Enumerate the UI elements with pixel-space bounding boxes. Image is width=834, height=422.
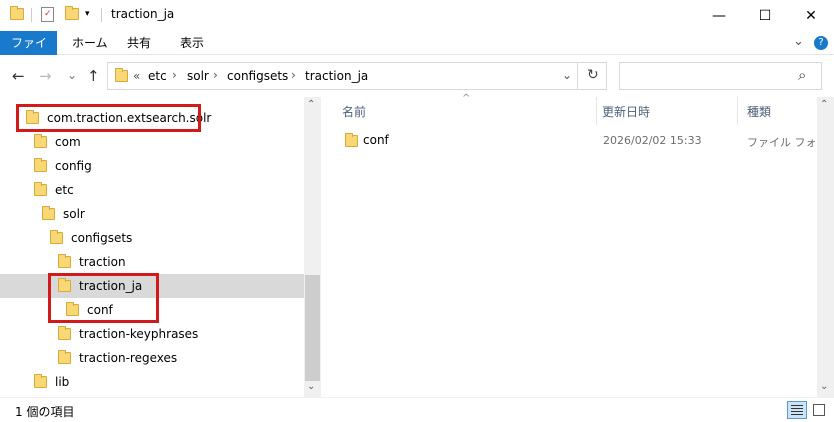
minimize-button[interactable]: — — [696, 0, 742, 31]
breadcrumb-separator[interactable]: › — [172, 68, 177, 82]
column-header-name[interactable]: 名前 — [342, 103, 366, 120]
sort-ascending-icon: ^ — [462, 93, 471, 104]
breadcrumb-traction-ja[interactable]: traction_ja — [305, 69, 368, 83]
forward-button[interactable]: → — [39, 67, 52, 85]
folder-icon — [345, 133, 358, 147]
address-bar[interactable]: « etc › solr › configsets › traction_ja … — [107, 62, 607, 90]
column-separator[interactable] — [596, 97, 597, 125]
scrollbar-thumb[interactable] — [305, 275, 320, 381]
properties-icon[interactable]: ✓ — [41, 7, 54, 22]
help-icon[interactable]: ? — [814, 36, 828, 50]
column-header-type[interactable]: 種類 — [747, 103, 771, 120]
scroll-up-button[interactable]: ⌃ — [307, 99, 315, 110]
folder-icon — [58, 350, 71, 364]
tree-item-config[interactable]: config — [0, 154, 304, 178]
recent-locations-button[interactable]: ⌄ — [67, 68, 77, 82]
tab-home[interactable]: ホーム — [62, 31, 118, 55]
column-header-modified[interactable]: 更新日時 — [602, 103, 650, 120]
highlight-box — [16, 104, 201, 132]
navigation-pane-scrollbar[interactable]: ⌃ ⌄ — [304, 97, 321, 397]
tree-item-traction-keyphrases[interactable]: traction-keyphrases — [0, 322, 304, 346]
folder-icon — [115, 68, 128, 82]
tree-item-lib[interactable]: lib — [0, 370, 304, 394]
divider — [577, 63, 578, 89]
folder-icon — [34, 134, 47, 148]
tab-view[interactable]: 表示 — [170, 31, 214, 55]
address-dropdown-icon[interactable]: ⌄ — [562, 68, 572, 82]
maximize-button[interactable]: ☐ — [742, 0, 788, 31]
breadcrumb-configsets[interactable]: configsets — [227, 69, 288, 83]
tree-item-label: traction — [79, 255, 126, 269]
file-list: ^ 名前 更新日時 種類 conf 2026/02/02 15:33 ファイル … — [321, 93, 834, 397]
tree-item-label: traction-regexes — [79, 351, 178, 365]
tab-file[interactable]: ファイル — [0, 31, 57, 74]
folder-icon — [58, 326, 71, 340]
window-title: traction_ja — [111, 7, 175, 21]
item-count: 1 個の項目 — [15, 405, 75, 419]
tree-item-label: configsets — [71, 231, 133, 245]
tab-share[interactable]: 共有 — [117, 31, 161, 55]
file-list-scrollbar[interactable]: ⌃ ⌄ — [817, 97, 834, 397]
ribbon-tabs: ファイル ホーム 共有 表示 ⌄ ? — [0, 31, 834, 74]
large-icons-view-button[interactable] — [811, 402, 827, 418]
breadcrumb-separator[interactable]: › — [291, 68, 296, 82]
scroll-up-button[interactable]: ⌃ — [820, 99, 828, 110]
tree-item-label: etc — [55, 183, 74, 197]
tree-item-label: traction-keyphrases — [79, 327, 199, 341]
status-bar: 1 個の項目 — [0, 397, 834, 422]
refresh-icon[interactable]: ↻ — [587, 67, 599, 83]
back-button[interactable]: ← — [12, 67, 25, 85]
tree-item-label: lib — [55, 375, 70, 389]
tree-item-com[interactable]: com — [0, 130, 304, 154]
column-separator[interactable] — [737, 97, 738, 125]
folder-icon — [34, 374, 47, 388]
tree-item-traction[interactable]: traction — [0, 250, 304, 274]
file-modified: 2026/02/02 15:33 — [603, 134, 702, 147]
close-button[interactable]: ✕ — [788, 0, 834, 31]
ribbon-expand-icon[interactable]: ⌄ — [793, 34, 804, 49]
divider — [101, 8, 102, 22]
new-folder-icon[interactable] — [65, 6, 79, 20]
customize-toolbar-icon[interactable]: ▾ — [85, 9, 90, 19]
divider — [31, 8, 32, 22]
search-box[interactable]: ⌕ — [619, 62, 822, 90]
scroll-down-button[interactable]: ⌄ — [307, 381, 315, 392]
tree-item-configsets[interactable]: configsets — [0, 226, 304, 250]
tree-item-solr[interactable]: solr — [0, 202, 304, 226]
tree-item-etc[interactable]: etc — [0, 178, 304, 202]
folder-icon — [34, 182, 47, 196]
tree-item-label: com — [55, 135, 81, 149]
file-name: conf — [363, 133, 389, 147]
folder-icon — [10, 6, 24, 20]
breadcrumb-separator[interactable]: › — [213, 68, 218, 82]
tree-item-label: config — [55, 159, 92, 173]
details-view-button[interactable] — [787, 401, 807, 419]
scroll-down-button[interactable]: ⌄ — [820, 381, 828, 392]
folder-icon — [42, 206, 55, 220]
folder-icon — [34, 158, 47, 172]
search-icon[interactable]: ⌕ — [798, 66, 806, 84]
tree-item-label: solr — [63, 207, 85, 221]
highlight-box — [48, 273, 159, 323]
navigation-pane: com.traction.extsearch.solr com config e… — [0, 97, 304, 397]
list-item[interactable]: conf 2026/02/02 15:33 ファイル フォルダー — [341, 130, 834, 152]
breadcrumb-overflow-button[interactable]: « — [133, 69, 140, 83]
title-bar: ✓ ▾ traction_ja — ☐ ✕ — [0, 0, 834, 31]
tree-item-traction-regexes[interactable]: traction-regexes — [0, 346, 304, 370]
up-button[interactable]: ↑ — [87, 67, 100, 85]
breadcrumb-solr[interactable]: solr — [187, 69, 209, 83]
breadcrumb-etc[interactable]: etc — [148, 69, 167, 83]
folder-icon — [50, 230, 63, 244]
folder-icon — [58, 254, 71, 268]
